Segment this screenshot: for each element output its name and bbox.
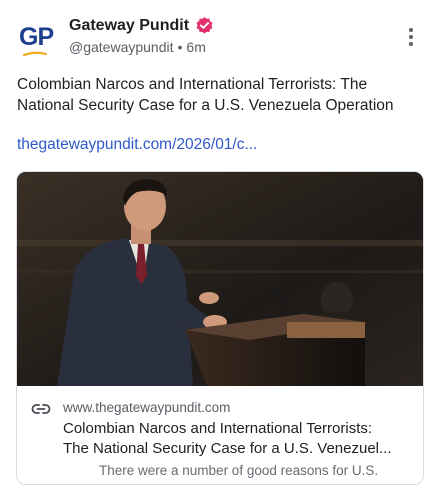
link-icon [31, 404, 51, 414]
meta-separator: • [177, 39, 183, 55]
more-dot [409, 35, 413, 39]
avatar-logo-text: GP [19, 23, 54, 51]
timestamp[interactable]: 6m [186, 39, 205, 55]
link-preview-card[interactable]: www.thegatewaypundit.com Colombian Narco… [16, 171, 424, 485]
card-domain: www.thegatewaypundit.com [63, 400, 231, 415]
handle[interactable]: @gatewaypundit [69, 39, 174, 55]
card-title-line: Colombian Narcos and International Terro… [63, 420, 373, 437]
more-dot [409, 42, 413, 46]
card-footer: www.thegatewaypundit.com Colombian Narco… [17, 386, 423, 484]
verified-badge-icon [196, 16, 213, 34]
post-text: Colombian Narcos and International Terro… [17, 76, 394, 114]
card-description: There were a number of good reasons for … [99, 463, 379, 478]
press-conference-photo [17, 172, 423, 386]
display-name[interactable]: Gateway Pundit [69, 17, 189, 35]
post-link[interactable]: thegatewaypundit.com/2026/01/c... [17, 136, 257, 154]
avatar-swoosh-icon [23, 51, 47, 57]
social-post: GP Gateway Pundit @gatewaypundit • 6m Co… [0, 0, 440, 500]
card-title: Colombian Narcos and International Terro… [63, 419, 415, 459]
author-row: Gateway Pundit [69, 16, 214, 35]
more-dot [409, 28, 413, 32]
avatar[interactable]: GP [16, 17, 60, 61]
card-image [17, 172, 423, 386]
card-title-line: The National Security Case for a U.S. Ve… [63, 440, 392, 457]
more-options-icon[interactable] [400, 26, 422, 48]
post-meta: @gatewaypundit • 6m [69, 39, 206, 55]
